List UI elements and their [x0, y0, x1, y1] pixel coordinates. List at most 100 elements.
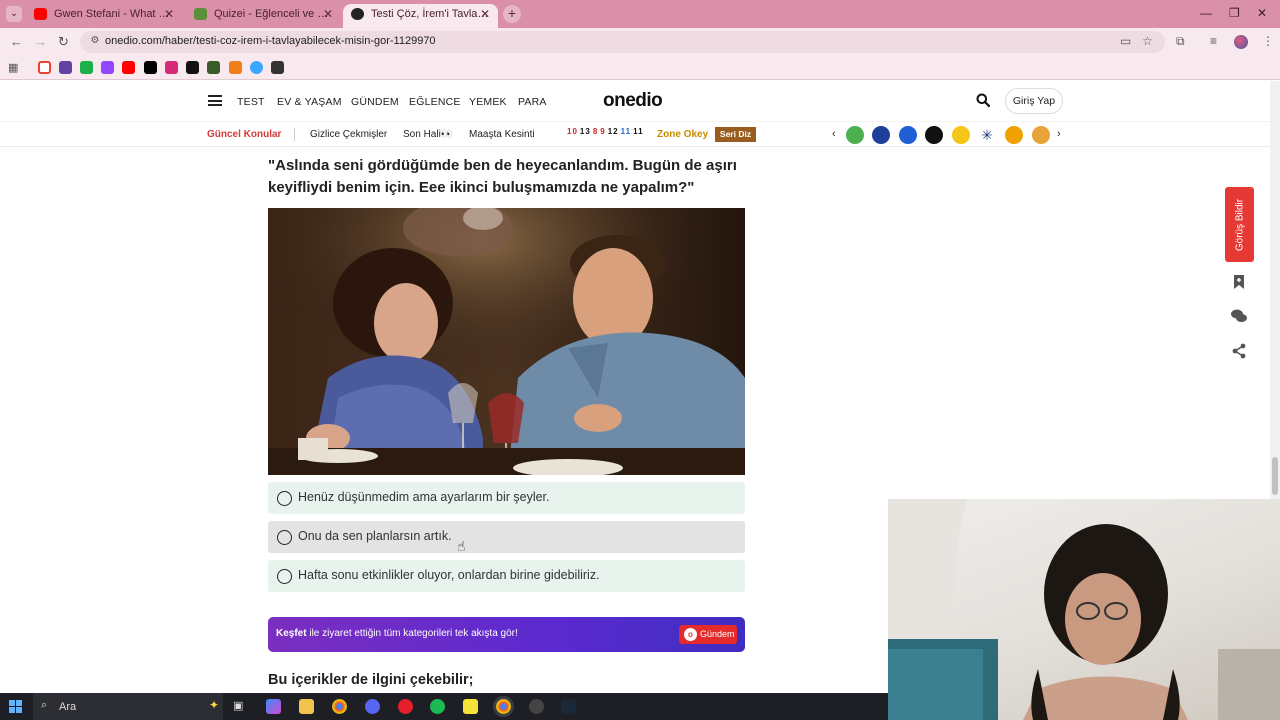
- radio-button[interactable]: [277, 569, 292, 584]
- reload-icon[interactable]: ↻: [58, 34, 69, 50]
- brand-logo-icon[interactable]: [846, 126, 864, 144]
- instagram-icon[interactable]: [165, 61, 178, 74]
- app-icon[interactable]: [207, 61, 220, 74]
- bookmark-star-icon[interactable]: ☆: [1142, 34, 1153, 48]
- tab-search-icon[interactable]: ⌄: [6, 6, 22, 22]
- apps-icon[interactable]: ▦: [8, 61, 21, 74]
- nav-yemek[interactable]: YEMEK: [469, 96, 507, 108]
- feedback-label: Görüş Bildir: [1234, 198, 1245, 251]
- trending-link[interactable]: Gizlice Çekmişler: [310, 129, 387, 140]
- zone-okey-link[interactable]: Zone Okey: [657, 129, 708, 140]
- trending-link[interactable]: Maaşta Kesinti: [469, 129, 535, 140]
- twitch-icon[interactable]: [59, 61, 72, 74]
- task-view-icon[interactable]: ▣: [233, 699, 248, 714]
- new-tab-button[interactable]: +: [503, 5, 521, 23]
- restore-icon[interactable]: ❐: [1229, 6, 1240, 20]
- scrollbar-thumb[interactable]: [1272, 457, 1278, 495]
- brand-logo-icon[interactable]: [925, 126, 943, 144]
- chevron-right-icon[interactable]: ›: [1057, 128, 1061, 140]
- address-bar[interactable]: ⚙ onedio.com/haber/testi-coz-irem-i-tavl…: [80, 31, 1165, 53]
- share-icon[interactable]: [1229, 341, 1249, 361]
- media-icon[interactable]: ≡: [1210, 34, 1217, 48]
- browser-tab-onedio[interactable]: Testi Çöz, İrem'i Tavlayabilece ✕: [343, 4, 498, 28]
- seri-diz-link[interactable]: Seri Diz: [715, 127, 756, 142]
- forward-icon[interactable]: →: [34, 34, 47, 49]
- hamburger-menu-icon[interactable]: [208, 95, 222, 106]
- windows-start-icon[interactable]: [9, 700, 22, 713]
- chrome-icon[interactable]: [332, 699, 347, 714]
- install-app-icon[interactable]: ▭: [1120, 34, 1131, 48]
- x-icon[interactable]: [144, 61, 157, 74]
- chevron-left-icon[interactable]: ‹: [832, 128, 836, 140]
- answer-option-1[interactable]: Henüz düşünmedim ama ayarlarım bir şeyle…: [268, 482, 745, 514]
- url-text: onedio.com/haber/testi-coz-irem-i-tavlay…: [105, 35, 436, 47]
- number-game-logo[interactable]: 10 13 8 9 12 11 11: [567, 127, 646, 136]
- brand-logo-icon[interactable]: [1032, 126, 1050, 144]
- discord-icon[interactable]: [365, 699, 380, 714]
- app-icon[interactable]: [271, 61, 284, 74]
- login-button[interactable]: Giriş Yap: [1005, 88, 1063, 114]
- app-icon[interactable]: [250, 61, 263, 74]
- nav-test[interactable]: TEST: [237, 96, 265, 108]
- chrome-active-icon[interactable]: [496, 699, 511, 714]
- brand-logo-icon[interactable]: [872, 126, 890, 144]
- radio-button[interactable]: [277, 491, 292, 506]
- sticky-notes-icon[interactable]: [463, 699, 478, 714]
- question-image: [268, 208, 745, 475]
- nav-gundem[interactable]: GÜNDEM: [351, 96, 399, 108]
- search-icon[interactable]: [976, 93, 990, 107]
- spotify-icon[interactable]: [430, 699, 445, 714]
- close-icon[interactable]: ✕: [480, 4, 490, 24]
- comments-icon[interactable]: [1229, 306, 1249, 326]
- kick-icon[interactable]: [80, 61, 93, 74]
- gmail-icon[interactable]: [38, 61, 51, 74]
- answer-option-3[interactable]: Hafta sonu etkinlikler oluyor, onlardan …: [268, 560, 745, 592]
- site-logo[interactable]: onedio: [603, 90, 663, 112]
- profile-avatar[interactable]: [1234, 35, 1248, 49]
- radio-button[interactable]: [277, 530, 292, 545]
- nav-ev-yasam[interactable]: EV & YAŞAM: [277, 96, 342, 108]
- nav-eglence[interactable]: EĞLENCE: [409, 96, 461, 108]
- answer-option-2[interactable]: Onu da sen planlarsın artık.: [268, 521, 745, 553]
- file-explorer-icon[interactable]: [299, 699, 314, 714]
- trending-bar: Güncel Konular Gizlice Çekmişler Son Hal…: [0, 121, 1270, 147]
- taskbar-search-placeholder: Ara: [59, 701, 77, 713]
- bookmark-icon[interactable]: [1229, 272, 1249, 292]
- os-taskbar: ⌕ Ara ✦ ▣: [0, 693, 888, 720]
- tiktok-icon[interactable]: [186, 61, 199, 74]
- related-heading: Bu içerikler de ilgini çekebilir;: [268, 672, 474, 688]
- sparkle-icon: ✦: [209, 698, 220, 712]
- brand-logo-icon[interactable]: [1005, 126, 1023, 144]
- menu-icon[interactable]: ⋮: [1262, 34, 1274, 48]
- discover-banner[interactable]: Keşfet ile ziyaret ettiğin tüm kategoril…: [268, 617, 745, 652]
- feedback-button[interactable]: Görüş Bildir: [1225, 187, 1254, 262]
- trending-label[interactable]: Güncel Konular: [207, 129, 281, 140]
- twitch-icon[interactable]: [101, 61, 114, 74]
- brand-logo-icon[interactable]: [952, 126, 970, 144]
- gundem-button[interactable]: o Gündem: [679, 625, 737, 644]
- obs-icon[interactable]: [529, 699, 544, 714]
- site-info-icon[interactable]: ⚙: [88, 35, 102, 49]
- steam-icon[interactable]: [561, 699, 576, 714]
- nav-para[interactable]: PARA: [518, 96, 547, 108]
- browser-tab-quizei[interactable]: Quizei - Eğlenceli ve etkileşimi ✕: [186, 4, 341, 28]
- copilot-icon[interactable]: [266, 699, 281, 714]
- close-icon[interactable]: ✕: [164, 4, 174, 24]
- minimize-icon[interactable]: —: [1200, 6, 1212, 20]
- brand-logo-icon[interactable]: [899, 126, 917, 144]
- extensions-icon[interactable]: ⧉: [1176, 34, 1185, 49]
- back-icon[interactable]: ←: [10, 34, 23, 49]
- taskbar-search[interactable]: ⌕ Ara ✦: [33, 693, 223, 720]
- close-window-icon[interactable]: ✕: [1257, 6, 1267, 20]
- quizei-icon: [194, 8, 207, 20]
- site-header: TEST EV & YAŞAM GÜNDEM EĞLENCE YEMEK PAR…: [0, 81, 1270, 121]
- browser-tab-youtube[interactable]: Gwen Stefani - What You Waiti ✕: [26, 4, 182, 28]
- divider: [294, 128, 295, 141]
- onedio-icon: [351, 8, 364, 20]
- app-icon[interactable]: [229, 61, 242, 74]
- trending-link[interactable]: Son Hali👀: [403, 129, 453, 140]
- brand-logo-icon[interactable]: ✳: [978, 126, 996, 144]
- close-icon[interactable]: ✕: [323, 4, 333, 24]
- opera-icon[interactable]: [398, 699, 413, 714]
- youtube-icon[interactable]: [122, 61, 135, 74]
